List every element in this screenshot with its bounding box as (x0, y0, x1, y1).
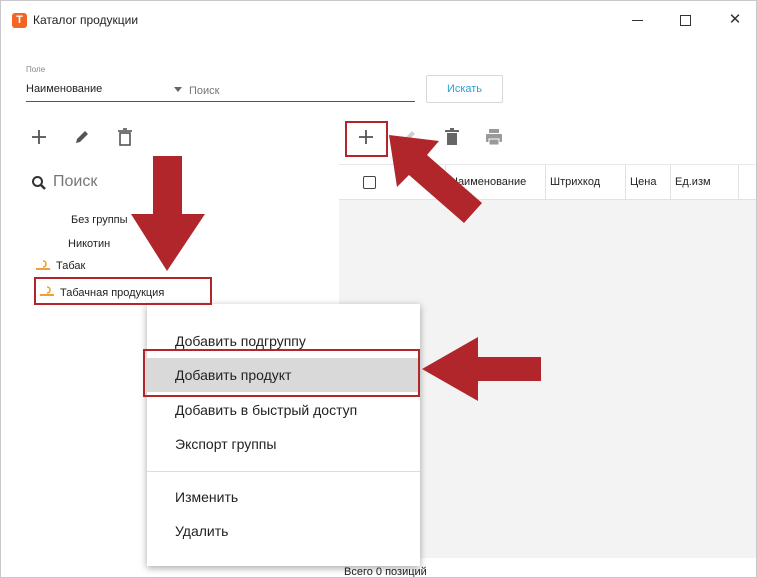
annotation-highlight-add (345, 121, 388, 157)
context-menu: Добавить подгруппу Добавить продукт Доба… (147, 304, 420, 566)
title-bar: T Каталог продукции ✕ (1, 1, 756, 39)
folder-icon (36, 260, 50, 270)
tree-item-no-group[interactable]: Без группы (71, 211, 128, 229)
column-header-price[interactable]: Цена (626, 165, 671, 200)
column-header-unit[interactable]: Ед.изм (671, 165, 739, 200)
column-header-barcode[interactable]: Штрихкод (546, 165, 626, 200)
menu-item-delete[interactable]: Удалить (147, 514, 420, 548)
select-all-checkbox[interactable] (363, 176, 376, 189)
minimize-button[interactable] (617, 7, 657, 33)
menu-item-add-quick-access[interactable]: Добавить в быстрый доступ (147, 393, 420, 427)
catalog-window: T Каталог продукции ✕ Поле Наименование … (0, 0, 757, 578)
field-caption: Поле (26, 65, 46, 74)
annotation-highlight-group (34, 277, 212, 305)
close-button[interactable]: ✕ (715, 7, 755, 33)
tree-item-nicotine[interactable]: Никотин (68, 235, 110, 253)
menu-divider (147, 471, 420, 472)
maximize-button[interactable] (665, 7, 705, 33)
total-count: Всего 0 позиций (344, 566, 427, 578)
app-logo-icon: T (12, 13, 27, 28)
search-icon (32, 176, 46, 190)
delete-group-icon[interactable] (114, 126, 136, 148)
arrow-down-icon (131, 156, 205, 271)
menu-item-export-group[interactable]: Экспорт группы (147, 427, 420, 461)
menu-item-edit[interactable]: Изменить (147, 480, 420, 514)
maximize-icon (679, 14, 691, 26)
arrow-up-left-icon (389, 135, 482, 223)
find-button[interactable]: Искать (426, 75, 503, 103)
field-select[interactable]: Наименование (26, 80, 194, 102)
search-input[interactable] (187, 80, 415, 102)
arrow-left-icon (422, 337, 541, 401)
print-icon[interactable] (483, 126, 505, 148)
window-title: Каталог продукции (33, 13, 139, 27)
edit-group-icon[interactable] (71, 126, 93, 148)
minimize-icon (631, 19, 643, 21)
chevron-down-icon[interactable] (174, 87, 182, 92)
group-search-label: Поиск (53, 173, 98, 190)
add-group-icon[interactable] (28, 126, 50, 148)
tree-item-tobacco[interactable]: Табак (56, 257, 85, 275)
annotation-highlight-add-product (143, 349, 420, 397)
